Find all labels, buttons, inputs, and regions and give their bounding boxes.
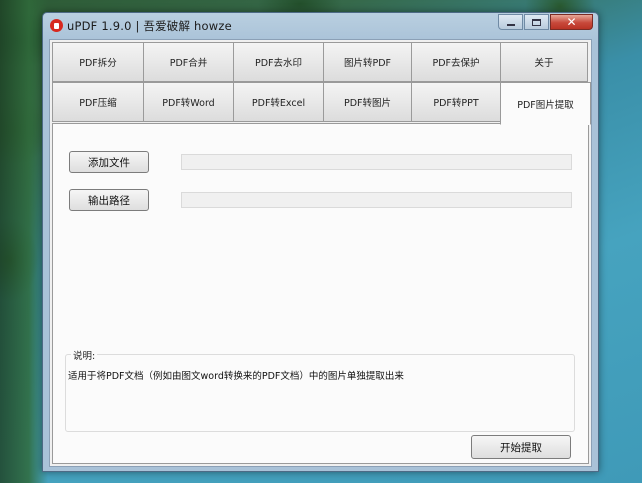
tab-pdf-merge[interactable]: PDF合并 [143, 42, 234, 82]
tab-strip: PDF拆分 PDF合并 PDF去水印 图片转PDF PDF去保护 关于 PDF压… [52, 42, 591, 125]
pdf-app-icon [50, 19, 63, 32]
description-group: 说明: 适用于将PDF文档（例如由图文word转换来的PDF文档）中的图片单独提… [65, 348, 575, 432]
maximize-icon [532, 18, 541, 26]
output-path-button[interactable]: 输出路径 [69, 189, 149, 211]
tab-panel-image-extract: 添加文件 输出路径 说明: 适用于将PDF文档（例如由图文word转换来的PDF… [52, 123, 589, 464]
tab-pdf-to-excel[interactable]: PDF转Excel [233, 82, 324, 122]
window-title: uPDF 1.9.0 | 吾爱破解 howze [67, 19, 232, 33]
tab-pdf-image-extract[interactable]: PDF图片提取 [500, 82, 591, 125]
file-path-field[interactable] [181, 154, 572, 170]
minimize-button[interactable] [498, 14, 523, 30]
window-controls: ✕ [498, 14, 593, 30]
tab-pdf-unprotect[interactable]: PDF去保护 [411, 42, 501, 82]
maximize-button[interactable] [524, 14, 549, 30]
app-window: uPDF 1.9.0 | 吾爱破解 howze ✕ PDF拆分 PDF合并 PD… [42, 12, 599, 472]
tab-pdf-to-word[interactable]: PDF转Word [143, 82, 234, 122]
client-area: PDF拆分 PDF合并 PDF去水印 图片转PDF PDF去保护 关于 PDF压… [49, 39, 592, 467]
add-file-button[interactable]: 添加文件 [69, 151, 149, 173]
close-icon: ✕ [566, 15, 577, 29]
tab-pdf-to-image[interactable]: PDF转图片 [323, 82, 412, 122]
description-text: 适用于将PDF文档（例如由图文word转换来的PDF文档）中的图片单独提取出来 [68, 371, 404, 382]
close-button[interactable]: ✕ [550, 14, 593, 30]
tab-pdf-to-ppt[interactable]: PDF转PPT [411, 82, 501, 122]
tab-pdf-compress[interactable]: PDF压缩 [52, 82, 144, 122]
description-label: 说明: [71, 348, 98, 362]
title-bar[interactable]: uPDF 1.9.0 | 吾爱破解 howze ✕ [43, 13, 598, 39]
tab-pdf-split[interactable]: PDF拆分 [52, 42, 144, 82]
start-extract-button[interactable]: 开始提取 [471, 435, 571, 459]
output-path-field[interactable] [181, 192, 572, 208]
tab-image-to-pdf[interactable]: 图片转PDF [323, 42, 412, 82]
minimize-icon [506, 23, 515, 26]
tab-pdf-remove-watermark[interactable]: PDF去水印 [233, 42, 324, 82]
tab-about[interactable]: 关于 [500, 42, 588, 82]
